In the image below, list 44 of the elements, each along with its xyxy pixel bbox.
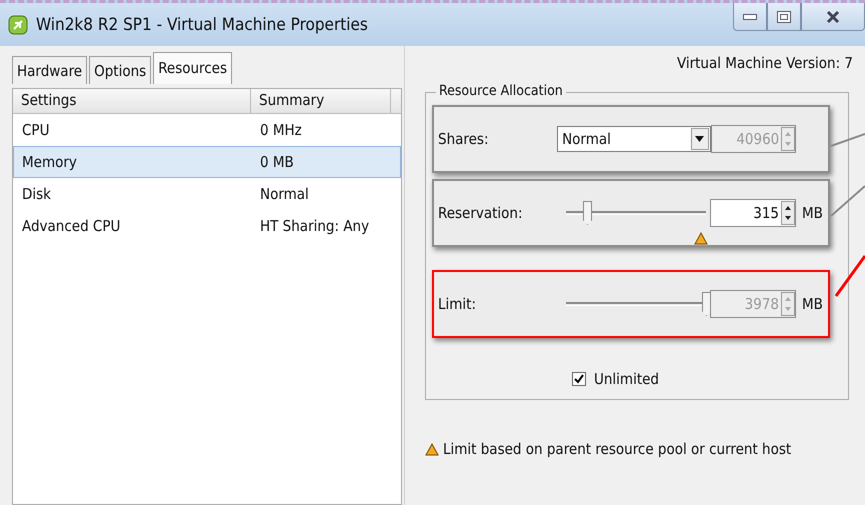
table-cell-text: CPU bbox=[21, 121, 50, 139]
note-text: Limit based on parent resource pool or current host bbox=[443, 440, 792, 458]
version-label: Virtual Machine Version: 7 bbox=[676, 54, 854, 74]
minimize-button[interactable] bbox=[733, 3, 767, 31]
unit-label: MB bbox=[801, 295, 824, 313]
tab[interactable]: Options bbox=[89, 56, 152, 84]
table-cell-text: 0 MHz bbox=[259, 121, 303, 139]
table-cell-text: Memory bbox=[21, 153, 78, 171]
table-row[interactable]: Disk Normal bbox=[13, 178, 401, 210]
maximize-button[interactable] bbox=[767, 3, 801, 31]
dropdown-arrow-icon bbox=[695, 136, 704, 142]
table-row[interactable]: Advanced CPU HT Sharing: Any bbox=[13, 210, 401, 242]
checkbox-label: Unlimited bbox=[594, 370, 659, 388]
minimize-icon bbox=[743, 14, 757, 20]
table-cell-text: Normal bbox=[259, 185, 310, 203]
leader-line bbox=[834, 255, 865, 297]
checkbox[interactable] bbox=[572, 372, 586, 386]
app-icon bbox=[8, 14, 28, 34]
unit-label: MB bbox=[801, 204, 824, 222]
window-title: Win2k8 R2 SP1 - Virtual Machine Properties bbox=[36, 14, 368, 34]
close-button[interactable] bbox=[801, 3, 865, 31]
column-header: Settings bbox=[13, 89, 251, 113]
tab[interactable]: Resources bbox=[153, 52, 232, 84]
maximize-icon bbox=[777, 10, 791, 22]
close-icon bbox=[826, 10, 840, 24]
spinner-arrows-icon[interactable] bbox=[781, 201, 795, 225]
table-cell-text: HT Sharing: Any bbox=[259, 217, 370, 235]
warning-icon bbox=[694, 232, 708, 245]
check-icon bbox=[574, 374, 584, 384]
number-field[interactable]: 315 bbox=[710, 199, 796, 227]
table-cell-text: 0 MB bbox=[259, 153, 295, 171]
table-row[interactable]: Memory 0 MB bbox=[13, 146, 401, 178]
table-row[interactable]: CPU 0 MHz bbox=[13, 114, 401, 146]
column-header: Summary bbox=[251, 89, 391, 113]
tab[interactable]: Hardware bbox=[12, 56, 88, 84]
field-label: Shares: bbox=[438, 130, 490, 148]
slider-thumb[interactable] bbox=[583, 201, 592, 225]
field-label: Reservation: bbox=[438, 204, 524, 222]
field-label: Limit: bbox=[438, 295, 477, 313]
slider-thumb[interactable] bbox=[702, 292, 711, 316]
warning-icon bbox=[425, 442, 439, 456]
shares-dropdown[interactable]: Normal bbox=[557, 126, 711, 152]
table-cell-text: Disk bbox=[21, 185, 52, 203]
table-cell-text: Advanced CPU bbox=[21, 217, 122, 235]
